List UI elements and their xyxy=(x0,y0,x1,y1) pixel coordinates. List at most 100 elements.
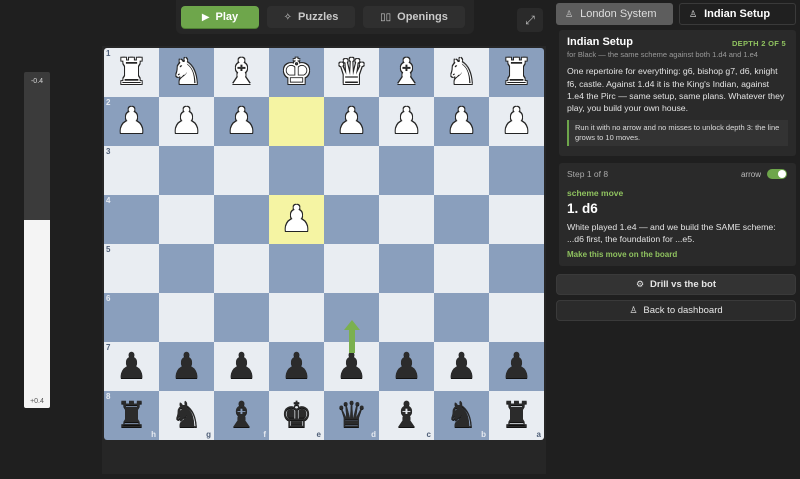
black-piece[interactable]: ♜ xyxy=(500,397,532,434)
black-piece[interactable]: ♟ xyxy=(335,348,367,385)
black-piece[interactable]: ♞ xyxy=(170,397,202,434)
black-piece[interactable]: ♟ xyxy=(390,348,422,385)
black-piece[interactable]: ♟ xyxy=(280,348,312,385)
play-tab[interactable]: ▶ Play xyxy=(181,6,259,28)
white-piece[interactable]: ♚ xyxy=(280,54,312,91)
square-a8[interactable]: a ♜ xyxy=(489,391,544,440)
square-c1[interactable]: ♝ xyxy=(379,48,434,97)
fullscreen-button[interactable]: ⤢ xyxy=(517,8,543,32)
square-b5[interactable] xyxy=(434,244,489,293)
black-piece[interactable]: ♛ xyxy=(335,397,367,434)
white-piece[interactable]: ♞ xyxy=(170,54,202,91)
square-a4[interactable] xyxy=(489,195,544,244)
square-a6[interactable] xyxy=(489,293,544,342)
square-h4[interactable]: 4 xyxy=(104,195,159,244)
square-f7[interactable]: ♟ xyxy=(214,342,269,391)
square-e8[interactable]: e ♚ xyxy=(269,391,324,440)
square-c7[interactable]: ♟ xyxy=(379,342,434,391)
square-e1[interactable]: ♚ xyxy=(269,48,324,97)
openings-tab[interactable]: ▯▯ Openings xyxy=(363,6,465,28)
square-g5[interactable] xyxy=(159,244,214,293)
square-h3[interactable]: 3 xyxy=(104,146,159,195)
square-e7[interactable]: ♟ xyxy=(269,342,324,391)
square-f1[interactable]: ♝ xyxy=(214,48,269,97)
white-piece[interactable]: ♜ xyxy=(115,54,147,91)
square-d4[interactable] xyxy=(324,195,379,244)
black-piece[interactable]: ♟ xyxy=(225,348,257,385)
square-e4[interactable]: ♟ xyxy=(269,195,324,244)
puzzles-tab[interactable]: ✧ Puzzles xyxy=(267,6,355,28)
square-c3[interactable] xyxy=(379,146,434,195)
square-d1[interactable]: ♛ xyxy=(324,48,379,97)
square-h2[interactable]: 2 ♟ xyxy=(104,97,159,146)
white-piece[interactable]: ♜ xyxy=(500,54,532,91)
square-a7[interactable]: ♟ xyxy=(489,342,544,391)
square-f4[interactable] xyxy=(214,195,269,244)
black-piece[interactable]: ♝ xyxy=(390,397,422,434)
square-c5[interactable] xyxy=(379,244,434,293)
square-d5[interactable] xyxy=(324,244,379,293)
square-f2[interactable]: ♟ xyxy=(214,97,269,146)
black-piece[interactable]: ♜ xyxy=(115,397,147,434)
square-d8[interactable]: d ♛ xyxy=(324,391,379,440)
square-b7[interactable]: ♟ xyxy=(434,342,489,391)
square-g2[interactable]: ♟ xyxy=(159,97,214,146)
white-piece[interactable]: ♝ xyxy=(390,54,422,91)
square-d2[interactable]: ♟ xyxy=(324,97,379,146)
square-b8[interactable]: b ♞ xyxy=(434,391,489,440)
square-f5[interactable] xyxy=(214,244,269,293)
white-piece[interactable]: ♟ xyxy=(335,103,367,140)
drill-vs-bot-button[interactable]: ⚙ Drill vs the bot xyxy=(556,274,796,295)
square-c6[interactable] xyxy=(379,293,434,342)
white-piece[interactable]: ♟ xyxy=(500,103,532,140)
indian-setup-tab[interactable]: ♙ Indian Setup xyxy=(679,3,796,25)
black-piece[interactable]: ♝ xyxy=(225,397,257,434)
square-c4[interactable] xyxy=(379,195,434,244)
white-piece[interactable]: ♟ xyxy=(115,103,147,140)
square-h5[interactable]: 5 xyxy=(104,244,159,293)
square-b3[interactable] xyxy=(434,146,489,195)
square-g8[interactable]: g ♞ xyxy=(159,391,214,440)
square-f8[interactable]: f ♝ xyxy=(214,391,269,440)
square-g4[interactable] xyxy=(159,195,214,244)
square-c2[interactable]: ♟ xyxy=(379,97,434,146)
white-piece[interactable]: ♟ xyxy=(280,201,312,238)
square-b1[interactable]: ♞ xyxy=(434,48,489,97)
white-piece[interactable]: ♟ xyxy=(390,103,422,140)
square-a3[interactable] xyxy=(489,146,544,195)
square-g1[interactable]: ♞ xyxy=(159,48,214,97)
square-a2[interactable]: ♟ xyxy=(489,97,544,146)
black-piece[interactable]: ♟ xyxy=(500,348,532,385)
square-b4[interactable] xyxy=(434,195,489,244)
white-piece[interactable]: ♟ xyxy=(170,103,202,140)
black-piece[interactable]: ♚ xyxy=(280,397,312,434)
square-a1[interactable]: ♜ xyxy=(489,48,544,97)
white-piece[interactable]: ♞ xyxy=(445,54,477,91)
square-e2[interactable] xyxy=(269,97,324,146)
back-to-dashboard-button[interactable]: ♙ Back to dashboard xyxy=(556,300,796,321)
square-f6[interactable] xyxy=(214,293,269,342)
white-piece[interactable]: ♟ xyxy=(225,103,257,140)
black-piece[interactable]: ♟ xyxy=(115,348,147,385)
square-a5[interactable] xyxy=(489,244,544,293)
arrow-toggle[interactable] xyxy=(767,169,787,179)
square-e6[interactable] xyxy=(269,293,324,342)
white-piece[interactable]: ♝ xyxy=(225,54,257,91)
square-h1[interactable]: 1 ♜ xyxy=(104,48,159,97)
square-g3[interactable] xyxy=(159,146,214,195)
black-piece[interactable]: ♟ xyxy=(445,348,477,385)
square-g7[interactable]: ♟ xyxy=(159,342,214,391)
square-g6[interactable] xyxy=(159,293,214,342)
square-c8[interactable]: c ♝ xyxy=(379,391,434,440)
london-system-tab[interactable]: ♙ London System xyxy=(556,3,673,25)
square-h8[interactable]: 8 h ♜ xyxy=(104,391,159,440)
square-h7[interactable]: 7 ♟ xyxy=(104,342,159,391)
square-h6[interactable]: 6 xyxy=(104,293,159,342)
square-e5[interactable] xyxy=(269,244,324,293)
square-b2[interactable]: ♟ xyxy=(434,97,489,146)
square-e3[interactable] xyxy=(269,146,324,195)
black-piece[interactable]: ♟ xyxy=(170,348,202,385)
white-piece[interactable]: ♟ xyxy=(445,103,477,140)
square-f3[interactable] xyxy=(214,146,269,195)
square-b6[interactable] xyxy=(434,293,489,342)
